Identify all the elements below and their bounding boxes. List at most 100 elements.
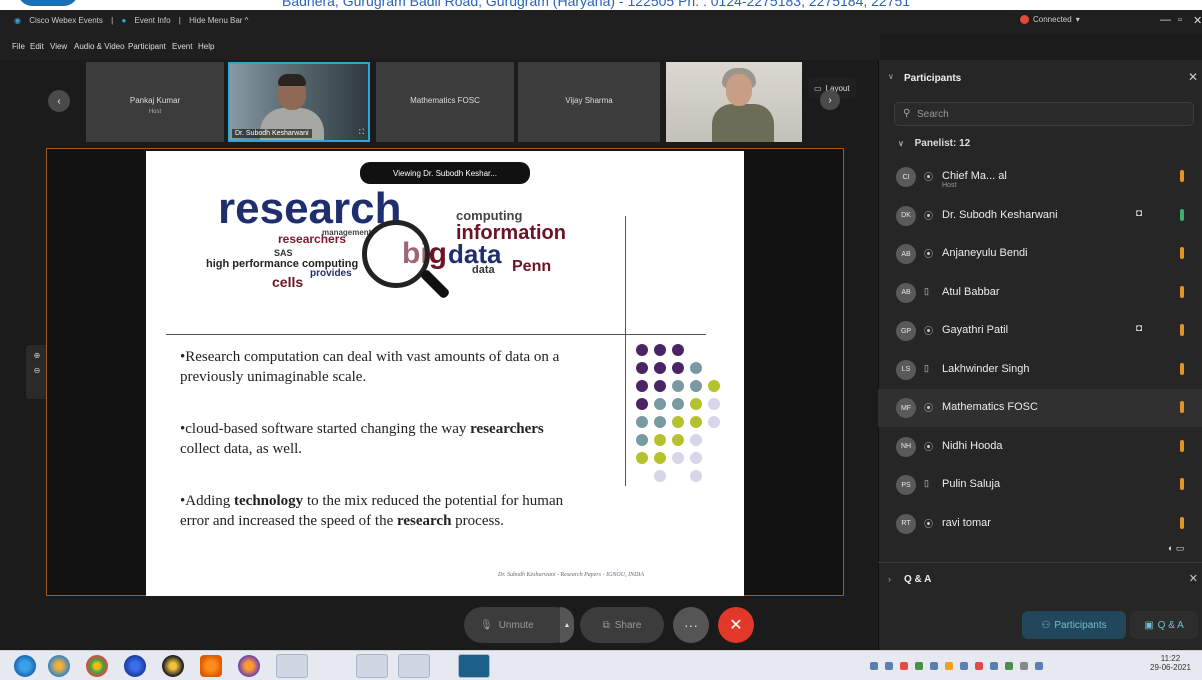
event-info-link[interactable]: Event Info <box>135 16 171 25</box>
slide-dot <box>636 380 648 392</box>
device-icon: ⦿ <box>924 441 934 452</box>
panelist-body <box>712 104 774 142</box>
panelist-row[interactable]: PS ▯ Pulin Saluja <box>878 466 1202 504</box>
qa-icon: ▣ <box>1144 619 1154 631</box>
tray-icon[interactable] <box>945 662 953 670</box>
tray-icon[interactable] <box>975 662 983 670</box>
close-window-button[interactable]: ✕ <box>1193 14 1202 27</box>
panelist-row[interactable]: LS ▯ Lakhwinder Singh <box>878 351 1202 389</box>
word-cells: cells <box>272 274 304 290</box>
explorer-window-icon[interactable] <box>276 654 308 678</box>
mic-status-icon[interactable] <box>1180 285 1184 298</box>
panelist-row[interactable]: NH ⦿ Nidhi Hooda <box>878 428 1202 466</box>
system-clock[interactable]: 11:22 29-06-2021 <box>1150 654 1191 673</box>
device-icon: ⦿ <box>924 326 934 336</box>
zoom-control[interactable]: ⊕ ⊖ <box>26 345 48 399</box>
menu-participant[interactable]: Participant <box>128 42 166 51</box>
tray-icon[interactable] <box>900 662 908 670</box>
audio-options-chevron-icon[interactable]: ▲ <box>560 607 574 643</box>
slide-horizontal-rule <box>166 334 706 335</box>
mic-status-icon[interactable] <box>1180 247 1184 259</box>
panelist-row[interactable]: MF ⦿ Mathematics FOSC <box>878 389 1202 427</box>
close-qa-icon[interactable]: ✕ <box>1189 572 1198 585</box>
hide-menu-bar-link[interactable]: Hide Menu Bar ^ <box>189 16 248 25</box>
maximize-button[interactable]: ▫ <box>1178 14 1182 26</box>
leave-button[interactable]: ✕ <box>718 607 754 643</box>
menu-audio-video[interactable]: Audio & Video <box>74 42 125 51</box>
folder-icon[interactable] <box>48 655 70 677</box>
layout-icon: ▭ <box>814 83 822 93</box>
pin-icon[interactable]: ⛶ <box>359 129 364 137</box>
shared-slide: research computing information researche… <box>146 151 744 596</box>
vlc-icon[interactable] <box>200 655 222 677</box>
menu-event[interactable]: Event <box>172 42 192 51</box>
more-options-button[interactable]: ··· <box>673 607 709 643</box>
video-tile-pankaj[interactable]: Pankaj Kumar Host <box>86 62 224 142</box>
mic-status-icon[interactable] <box>1180 478 1184 490</box>
video-tile-vijay[interactable]: Vijay Sharma <box>518 62 660 142</box>
panelist-row[interactable]: CI ⦿ Chief Ma... al Host <box>878 158 1202 196</box>
tray-icon[interactable] <box>1020 662 1028 670</box>
menu-view[interactable]: View <box>50 42 67 51</box>
mic-status-icon[interactable] <box>1180 170 1184 182</box>
panelist-row[interactable]: RT ⦿ ravi tomar <box>878 505 1202 543</box>
tray-icon[interactable] <box>870 662 878 670</box>
media-player-icon[interactable] <box>162 655 184 677</box>
mic-status-icon[interactable] <box>1180 439 1184 452</box>
mic-status-icon[interactable] <box>1180 401 1184 413</box>
panelist-group-header[interactable]: ∨ Panelist: 12 <box>898 138 970 149</box>
search-field[interactable]: ⚲ <box>894 102 1194 126</box>
qa-section-header[interactable]: › Q & A ✕ <box>878 562 1202 594</box>
participants-panel-header[interactable]: ∨ Participants ✕ <box>878 64 1202 92</box>
browser-icon[interactable] <box>124 655 146 677</box>
scroll-right-button[interactable]: › <box>820 90 840 110</box>
video-tile-panelist-video[interactable] <box>666 62 802 142</box>
unmute-button[interactable]: 🎙 Unmute ▲ <box>464 607 574 643</box>
menu-file[interactable]: File <box>12 42 25 51</box>
document-window-icon[interactable] <box>356 654 388 678</box>
collapse-chevron-icon[interactable]: ∨ <box>888 72 894 81</box>
tray-icon[interactable] <box>960 662 968 670</box>
tray-icon[interactable] <box>885 662 893 670</box>
app-window-icon[interactable] <box>398 654 430 678</box>
participants-toggle-button[interactable]: ⚇ Participants <box>1022 611 1126 639</box>
video-tile-mathematics[interactable]: Mathematics FOSC <box>376 62 514 142</box>
scroll-left-button[interactable]: ‹ <box>48 90 70 112</box>
panelist-row[interactable]: DK ⦿ Dr. Subodh Kesharwani ◘ <box>878 197 1202 235</box>
minimize-button[interactable]: — <box>1160 14 1171 26</box>
panelist-row[interactable]: GP ⦿ Gayathri Patil ◘ <box>878 312 1202 350</box>
avatar: AB <box>896 244 916 264</box>
info-icon: ● <box>121 16 127 25</box>
chrome-icon[interactable] <box>86 655 108 677</box>
panelist-row[interactable]: AB ⦿ Anjaneyulu Bendi <box>878 235 1202 273</box>
firefox-icon[interactable] <box>238 655 260 677</box>
tray-icon[interactable] <box>1005 662 1013 670</box>
tray-icon[interactable] <box>930 662 938 670</box>
tile-name: Mathematics FOSC <box>410 96 480 105</box>
mic-status-icon[interactable] <box>1180 516 1184 529</box>
connection-status[interactable]: Connected ▾ <box>1020 15 1080 24</box>
zoom-in-icon[interactable]: ⊕ <box>26 351 48 360</box>
qa-toggle-button[interactable]: ▣ Q & A <box>1130 611 1198 639</box>
slide-dot <box>654 380 666 392</box>
panel-tools-icons[interactable]: ◐ ▭ <box>1168 543 1184 554</box>
tray-icon[interactable] <box>915 662 923 670</box>
tile-name: Vijay Sharma <box>565 96 613 105</box>
zoom-out-icon[interactable]: ⊖ <box>26 366 48 375</box>
panelist-row[interactable]: AB ▯ Atul Babbar <box>878 274 1202 312</box>
share-button[interactable]: ⧉ Share <box>580 607 664 643</box>
tray-icon[interactable] <box>1035 662 1043 670</box>
mic-status-icon[interactable] <box>1180 324 1184 336</box>
system-tray[interactable] <box>870 660 1043 672</box>
panelist-name: Dr. Subodh Kesharwani <box>942 208 1058 221</box>
menu-edit[interactable]: Edit <box>30 42 44 51</box>
search-input[interactable] <box>917 106 1177 123</box>
webex-taskbar-icon[interactable] <box>458 654 490 678</box>
menu-help[interactable]: Help <box>198 42 214 51</box>
mic-status-icon[interactable] <box>1180 362 1184 375</box>
mic-status-icon[interactable] <box>1180 208 1184 221</box>
tray-icon[interactable] <box>990 662 998 670</box>
video-tile-active-speaker[interactable]: Dr. Subodh Kesharwani ⛶ <box>228 62 370 142</box>
close-panel-icon[interactable]: ✕ <box>1188 70 1198 84</box>
start-button-icon[interactable] <box>14 655 36 677</box>
